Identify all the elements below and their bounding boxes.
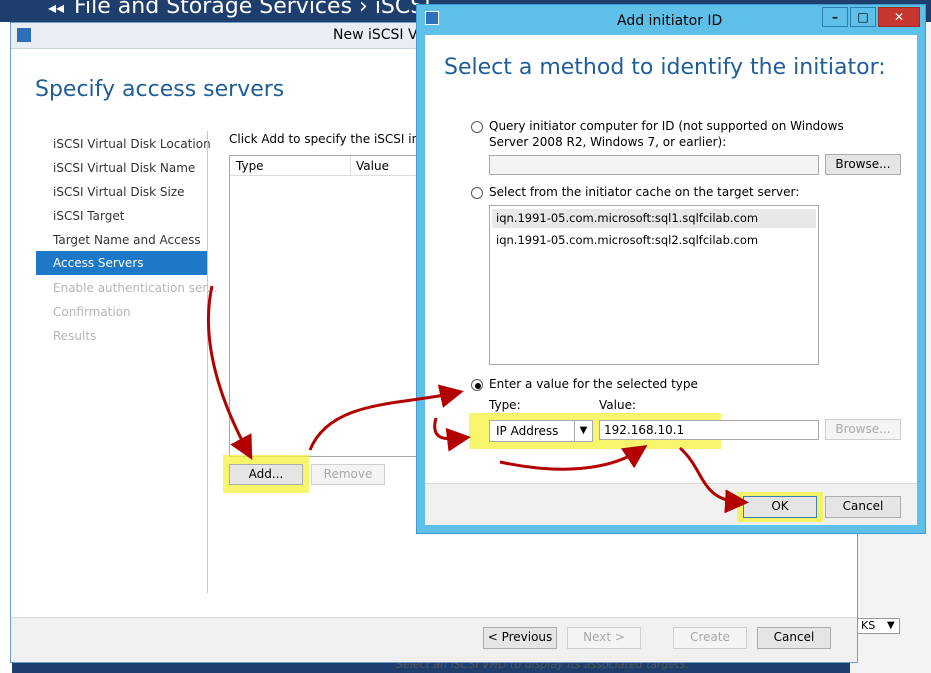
arrow-to-enter-value-option (308, 384, 464, 451)
arrow-to-ok-button (679, 446, 749, 514)
annotation-arrows (206, 285, 749, 514)
arrow-to-type-select (433, 417, 471, 452)
arrow-to-value-input (499, 445, 648, 471)
arrow-to-add-button (206, 285, 253, 460)
